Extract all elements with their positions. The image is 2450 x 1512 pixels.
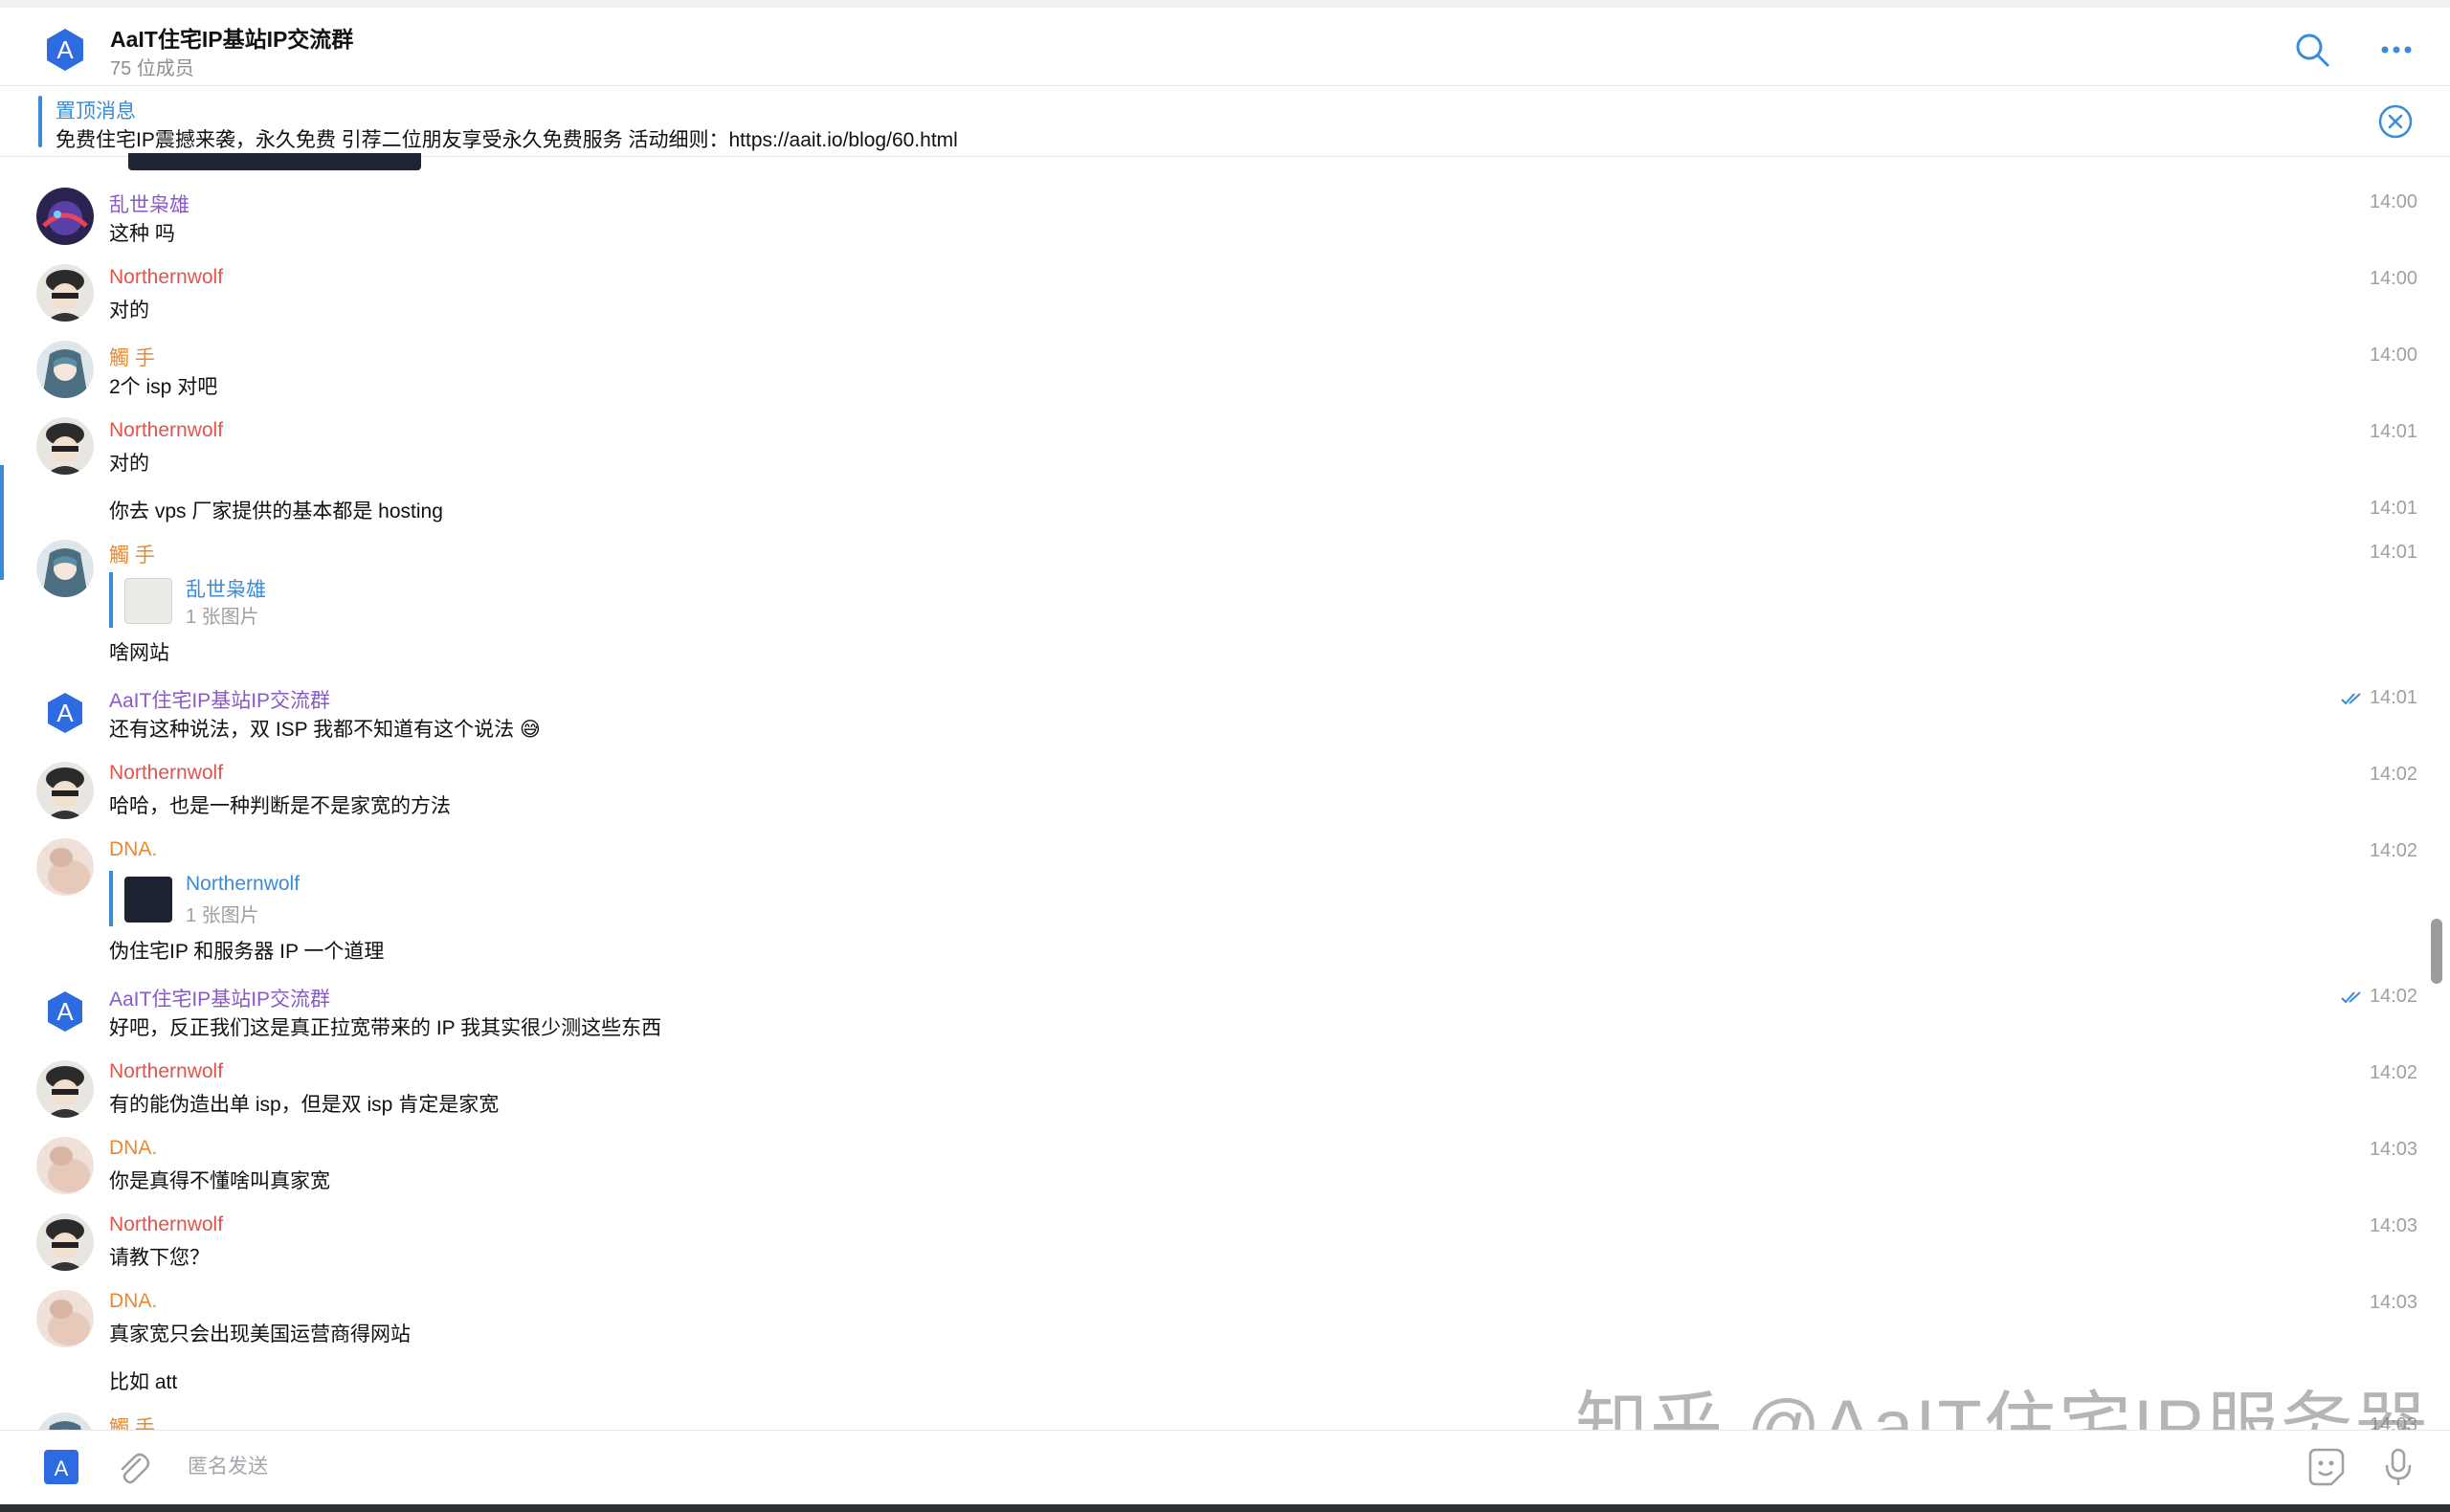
message-text: 还有这种说法，双 ISP 我都不知道有这个说法 😅 <box>109 719 541 741</box>
reply-preview[interactable]: 乱世枭雄 1 张图片 <box>109 572 266 628</box>
member-count: 75 位成员 <box>110 58 194 79</box>
sender-name[interactable]: AaIT住宅IP基站IP交流群 <box>109 984 330 1012</box>
message-time: 14:00 <box>2369 191 2417 212</box>
message-text: 真家宽只会出现美国运营商得网站 <box>109 1323 411 1345</box>
message-input[interactable] <box>188 1446 2255 1488</box>
message-time: 14:00 <box>2369 268 2417 289</box>
pinned-label: 置顶消息 <box>56 100 136 122</box>
reply-sender: Northernwolf <box>186 873 301 895</box>
close-circle-icon[interactable] <box>2377 103 2414 140</box>
chat-title[interactable]: AaIT住宅IP基站IP交流群 <box>110 21 353 54</box>
reply-thumbnail <box>124 578 172 624</box>
message-text: 2个 isp 对吧 <box>109 376 218 398</box>
message-time: 14:02 <box>2369 1062 2417 1083</box>
avatar[interactable] <box>36 1060 94 1118</box>
message-time: 14:02 <box>2369 840 2417 861</box>
microphone-icon[interactable] <box>2375 1444 2421 1490</box>
avatar[interactable] <box>36 762 94 819</box>
message-text: 有的能伪造出单 isp，但是双 isp 肯定是家宽 <box>109 1094 500 1116</box>
scrollbar-thumb[interactable] <box>2431 919 2442 984</box>
svg-text:A: A <box>56 699 74 727</box>
message-text: 对的 <box>109 453 149 475</box>
avatar[interactable] <box>36 264 94 322</box>
message-text: 对的 <box>109 300 149 322</box>
cut-off-media-preview <box>128 153 421 170</box>
paperclip-icon[interactable] <box>111 1446 153 1488</box>
reply-preview[interactable]: Northernwolf 1 张图片 <box>109 871 300 926</box>
message-text: 这种 吗 <box>109 223 175 245</box>
message-time: 14:01 <box>2369 498 2417 519</box>
message-text: 你是真得不懂啥叫真家宽 <box>109 1170 330 1192</box>
avatar[interactable] <box>36 1137 94 1194</box>
pinned-message[interactable]: 置顶消息 免费住宅IP震撼来袭，永久免费 引荐二位朋友享受永久免费服务 活动细则… <box>0 86 2450 157</box>
sender-name[interactable]: 乱世枭雄 <box>109 189 189 218</box>
message-time: 14:01 <box>2341 687 2417 709</box>
message-time: 14:02 <box>2369 764 2417 785</box>
chat-header: A AaIT住宅IP基站IP交流群 75 位成员 <box>0 8 2450 86</box>
read-check-icon <box>2341 692 2361 705</box>
sender-name[interactable]: DNA. <box>109 1290 157 1313</box>
composer-bar: A <box>0 1430 2450 1512</box>
sender-name[interactable]: Northernwolf <box>109 1213 223 1236</box>
reply-summary: 1 张图片 <box>186 905 259 926</box>
sender-name[interactable]: Northernwolf <box>109 419 223 442</box>
svg-text:A: A <box>55 1456 69 1480</box>
svg-text:A: A <box>56 35 74 64</box>
avatar[interactable] <box>36 838 94 896</box>
avatar[interactable] <box>36 417 94 475</box>
sender-name[interactable]: DNA. <box>109 1137 157 1160</box>
message-time-text: 14:02 <box>2369 986 2417 1007</box>
pinned-text: 免费住宅IP震撼来袭，永久免费 引荐二位朋友享受永久免费服务 活动细则：http… <box>56 129 958 151</box>
avatar[interactable]: A <box>36 685 94 743</box>
sender-name[interactable]: 觸 手 <box>109 1412 155 1430</box>
more-dots-icon[interactable] <box>2375 29 2417 71</box>
reply-summary: 1 张图片 <box>186 607 259 628</box>
avatar[interactable] <box>36 540 94 597</box>
avatar[interactable] <box>36 1213 94 1271</box>
message-text: 啥网站 <box>109 642 169 664</box>
reply-thumbnail <box>124 877 172 923</box>
selection-indicator <box>0 465 4 580</box>
avatar[interactable] <box>36 188 94 245</box>
message-time: 14:00 <box>2369 345 2417 366</box>
message-time: 14:01 <box>2369 542 2417 563</box>
message-time: 14:03 <box>2369 1292 2417 1313</box>
group-logo-icon[interactable]: A <box>42 27 88 73</box>
message-text: 哈哈，也是一种判断是不是家宽的方法 <box>109 795 451 817</box>
message-time-text: 14:01 <box>2369 687 2417 708</box>
message-time: 14:02 <box>2341 986 2417 1008</box>
read-check-icon <box>2341 990 2361 1004</box>
svg-text:A: A <box>56 997 74 1026</box>
message-text: 你去 vps 厂家提供的基本都是 hosting <box>109 500 443 523</box>
pinned-accent-bar <box>38 96 42 147</box>
sender-name[interactable]: DNA. <box>109 838 157 861</box>
message-text: 好吧，反正我们这是真正拉宽带来的 IP 我其实很少测这些东西 <box>109 1017 662 1039</box>
sender-name[interactable]: Northernwolf <box>109 762 223 785</box>
reply-sender: 乱世枭雄 <box>186 579 266 601</box>
sender-name[interactable]: Northernwolf <box>109 266 223 289</box>
message-time: 14:01 <box>2369 421 2417 442</box>
avatar[interactable] <box>36 1412 94 1430</box>
sender-name[interactable]: AaIT住宅IP基站IP交流群 <box>109 685 330 714</box>
sender-name[interactable]: 觸 手 <box>109 540 155 568</box>
message-time: 14:03 <box>2369 1139 2417 1160</box>
window-top-strip <box>0 0 2450 8</box>
message-text: 请教下您？ <box>109 1247 210 1269</box>
sender-name[interactable]: Northernwolf <box>109 1060 223 1083</box>
avatar[interactable]: A <box>36 984 94 1041</box>
message-list[interactable]: 乱世枭雄 这种 吗 14:00 Northernwolf 对的 14:00 觸 … <box>0 157 2450 1430</box>
send-as-avatar-icon[interactable]: A <box>42 1448 80 1486</box>
window-bottom-strip <box>0 1504 2450 1512</box>
sticker-icon[interactable] <box>2303 1444 2349 1490</box>
avatar[interactable] <box>36 341 94 398</box>
message-text: 比如 att <box>109 1371 178 1393</box>
message-time: 14:03 <box>2369 1215 2417 1236</box>
message-text: 伪住宅IP 和服务器 IP 一个道理 <box>109 941 385 963</box>
sender-name[interactable]: 觸 手 <box>109 343 155 371</box>
avatar[interactable] <box>36 1290 94 1347</box>
search-icon[interactable] <box>2291 29 2333 71</box>
